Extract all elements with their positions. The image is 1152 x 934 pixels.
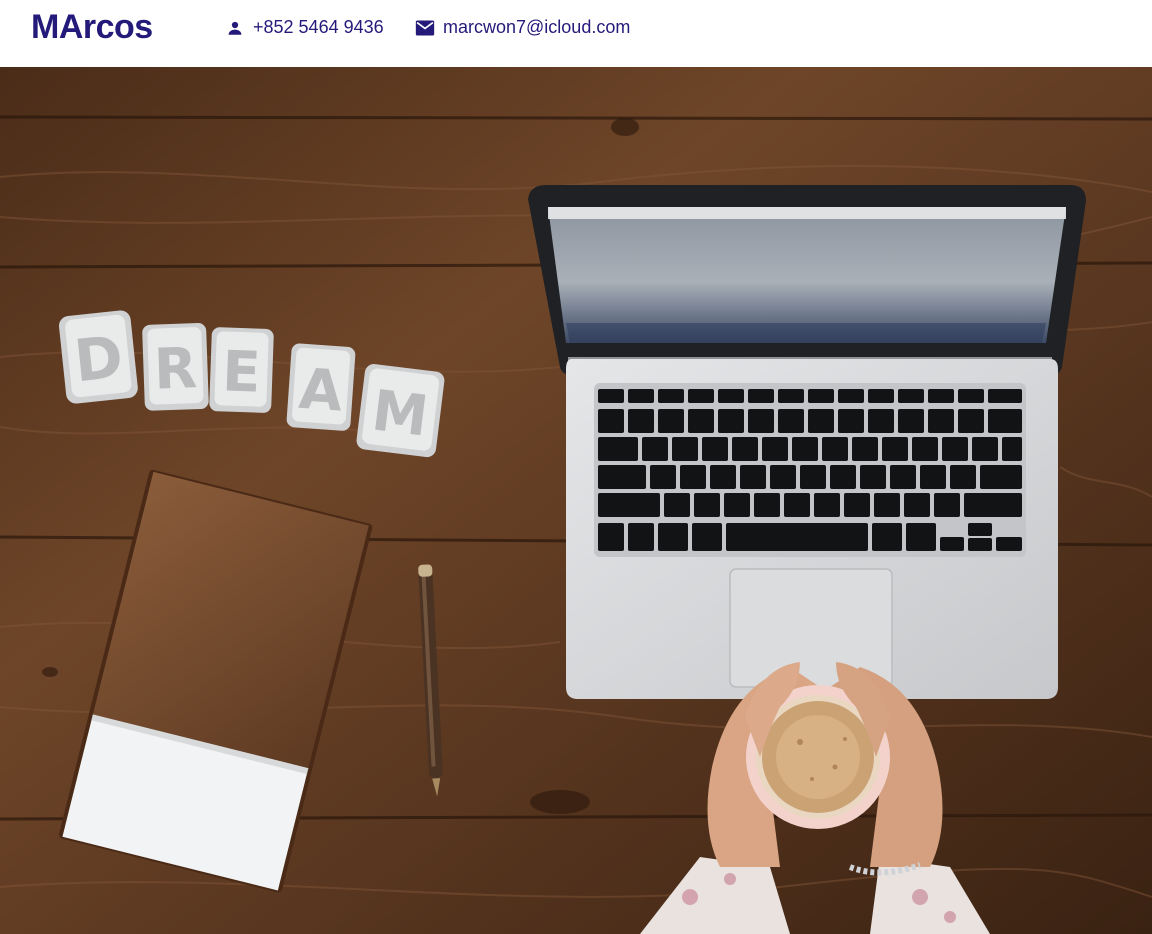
email-address-text: marcwon7@icloud.com bbox=[443, 17, 631, 37]
person-icon bbox=[225, 18, 245, 38]
phone-contact-link[interactable]: +852 5464 9436 bbox=[225, 17, 384, 38]
svg-text:D: D bbox=[71, 323, 126, 396]
svg-text:A: A bbox=[297, 357, 345, 425]
mail-icon bbox=[415, 18, 435, 38]
svg-text:E: E bbox=[221, 339, 262, 405]
hero-image: D R E A M bbox=[0, 67, 1152, 934]
email-contact-link[interactable]: marcwon7@icloud.com bbox=[415, 17, 630, 38]
desk-flatlay-illustration: D R E A M bbox=[0, 67, 1152, 934]
site-logo[interactable]: MArcos bbox=[31, 8, 153, 47]
svg-text:M: M bbox=[368, 378, 431, 449]
site-header: MArcos +852 5464 9436 marcwon7@icloud.co… bbox=[0, 0, 1152, 67]
svg-text:R: R bbox=[153, 336, 198, 402]
laptop bbox=[528, 185, 1086, 699]
phone-number-text: +852 5464 9436 bbox=[253, 17, 384, 37]
